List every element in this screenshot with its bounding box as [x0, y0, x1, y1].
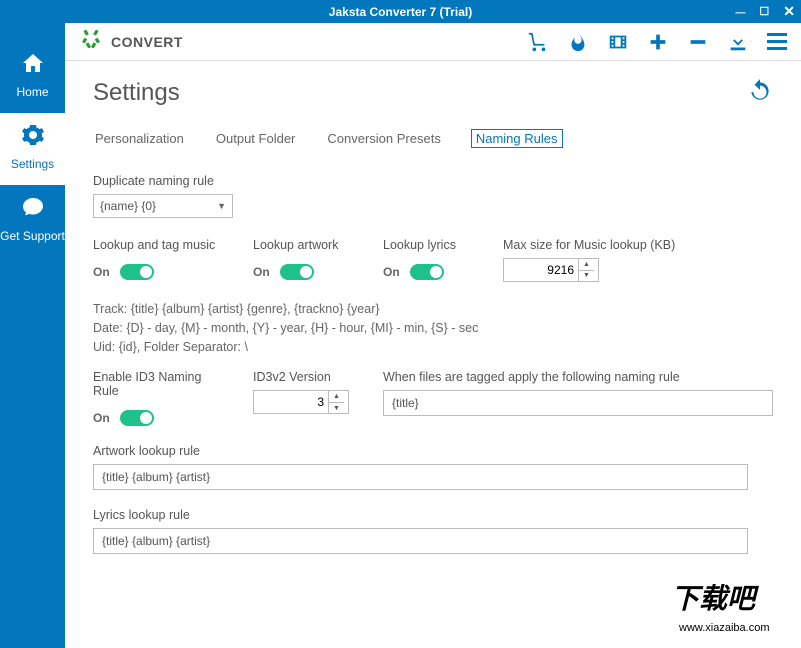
watermark: 下载吧 www.xiazaiba.com	[661, 583, 801, 648]
sidebar-item-home[interactable]: Home	[0, 41, 65, 113]
cart-icon[interactable]	[527, 31, 549, 53]
help-uid: Uid: {id}, Folder Separator: \	[93, 338, 773, 357]
recycle-icon	[79, 27, 103, 56]
sidebar: Home Settings Get Support	[0, 23, 65, 648]
minimize-button[interactable]: ─	[735, 4, 745, 20]
sidebar-item-settings[interactable]: Settings	[0, 113, 65, 185]
spinner-up-button[interactable]: ▲	[329, 391, 344, 403]
spinner-down-button[interactable]: ▼	[579, 271, 594, 282]
plus-icon[interactable]	[647, 31, 669, 53]
spinner-down-button[interactable]: ▼	[329, 403, 344, 414]
toolbar: CONVERT	[65, 23, 801, 61]
lookup-tag-toggle[interactable]	[120, 264, 154, 280]
max-size-input[interactable]	[504, 263, 578, 277]
on-label: On	[253, 265, 270, 279]
close-button[interactable]: ✕	[783, 3, 795, 20]
on-label: On	[93, 265, 110, 279]
lookup-artwork-toggle[interactable]	[280, 264, 314, 280]
on-label: On	[383, 265, 400, 279]
lyrics-rule-label: Lyrics lookup rule	[93, 508, 773, 522]
gear-icon	[0, 123, 65, 153]
lyrics-rule-input[interactable]	[93, 528, 748, 554]
chat-icon	[0, 195, 65, 225]
tab-naming-rules[interactable]: Naming Rules	[471, 129, 563, 148]
id3v2-label: ID3v2 Version	[253, 370, 353, 384]
video-icon[interactable]	[607, 31, 629, 53]
sidebar-item-label: Home	[16, 85, 48, 99]
tagged-rule-label: When files are tagged apply the followin…	[383, 370, 773, 384]
menu-icon[interactable]	[767, 33, 787, 50]
lookup-artwork-label: Lookup artwork	[253, 238, 353, 252]
max-size-label: Max size for Music lookup (KB)	[503, 238, 675, 252]
spinner-up-button[interactable]: ▲	[579, 259, 594, 271]
enable-id3-toggle[interactable]	[120, 410, 154, 426]
id3v2-input[interactable]	[254, 395, 328, 409]
convert-label: CONVERT	[111, 34, 183, 50]
flame-icon[interactable]	[567, 31, 589, 53]
tab-conversion-presets[interactable]: Conversion Presets	[325, 129, 442, 148]
duplicate-rule-label: Duplicate naming rule	[93, 174, 773, 188]
page-title: Settings	[93, 79, 773, 107]
tagged-rule-input[interactable]	[383, 390, 773, 416]
tab-output-folder[interactable]: Output Folder	[214, 129, 298, 148]
revert-button[interactable]	[747, 77, 773, 108]
duplicate-rule-value: {name} {0}	[100, 199, 156, 213]
enable-id3-label: Enable ID3 Naming Rule	[93, 370, 223, 398]
download-icon[interactable]	[727, 31, 749, 53]
window-title: Jaksta Converter 7 (Trial)	[329, 5, 472, 19]
artwork-rule-input[interactable]	[93, 464, 748, 490]
sidebar-item-label: Get Support	[0, 229, 65, 243]
help-date: Date: {D} - day, {M} - month, {Y} - year…	[93, 319, 773, 338]
svg-text:下载吧: 下载吧	[671, 583, 759, 614]
lookup-lyrics-toggle[interactable]	[410, 264, 444, 280]
home-icon	[0, 51, 65, 81]
chevron-down-icon: ▼	[217, 201, 226, 211]
lookup-tag-label: Lookup and tag music	[93, 238, 223, 252]
duplicate-rule-select[interactable]: {name} {0} ▼	[93, 194, 233, 218]
sidebar-item-support[interactable]: Get Support	[0, 185, 65, 257]
minus-icon[interactable]	[687, 31, 709, 53]
title-bar: Jaksta Converter 7 (Trial) ─ ☐ ✕	[0, 0, 801, 23]
tab-personalization[interactable]: Personalization	[93, 129, 186, 148]
watermark-url: www.xiazaiba.com	[678, 622, 769, 634]
help-track: Track: {title} {album} {artist} {genre},…	[93, 300, 773, 319]
maximize-button[interactable]: ☐	[759, 5, 769, 18]
max-size-spinner[interactable]: ▲ ▼	[503, 258, 599, 282]
tabs: Personalization Output Folder Conversion…	[93, 129, 773, 148]
sidebar-item-label: Settings	[11, 157, 54, 171]
id3v2-spinner[interactable]: ▲ ▼	[253, 390, 349, 414]
artwork-rule-label: Artwork lookup rule	[93, 444, 773, 458]
on-label: On	[93, 411, 110, 425]
lookup-lyrics-label: Lookup lyrics	[383, 238, 473, 252]
